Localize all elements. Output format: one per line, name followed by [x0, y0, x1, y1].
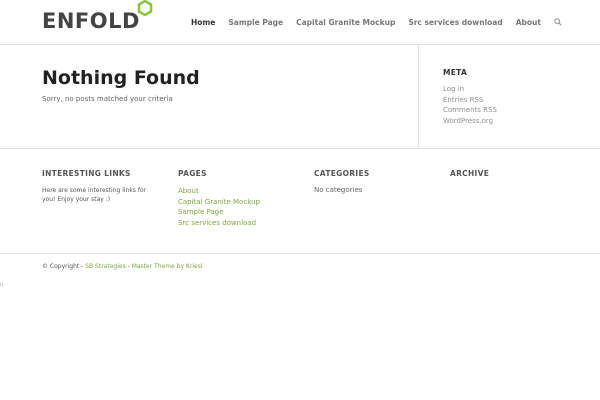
interesting-links-widget: INTERESTING LINKS Here are some interest… — [42, 169, 162, 204]
footer-link-sample-page[interactable]: Sample Page — [178, 207, 298, 218]
nav-item-home[interactable]: Home — [191, 18, 215, 27]
site-logo[interactable]: ENFOLD — [42, 0, 153, 34]
no-posts-message: Sorry, no posts matched your criteria — [42, 95, 173, 103]
categories-title: CATEGORIES — [314, 169, 370, 178]
interesting-links-text: Here are some interesting links for you!… — [42, 187, 147, 203]
hexagon-logo-icon — [137, 0, 153, 20]
sidebar-divider — [418, 45, 419, 148]
theme-credit-link[interactable]: Master Theme by Kriesi — [132, 263, 203, 270]
meta-link-wordpress-org[interactable]: WordPress.org — [443, 116, 497, 127]
copyright-bar: © Copyright - SB Strategies - Master The… — [42, 263, 203, 270]
categories-widget: CATEGORIES No categories — [314, 169, 434, 194]
site-link[interactable]: SB Strategies — [85, 263, 125, 270]
footer-link-capital-granite-mockup[interactable]: Capital Granite Mockup — [178, 197, 298, 208]
main-area: Nothing Found Sorry, no posts matched yo… — [0, 45, 600, 149]
archive-title: ARCHIVE — [450, 169, 490, 178]
nav-item-src-services-download[interactable]: Src services download — [408, 18, 502, 27]
meta-widget: META Log in Entries RSS Comments RSS Wor… — [443, 68, 497, 126]
meta-link-entries-rss[interactable]: Entries RSS — [443, 95, 497, 106]
page-title: Nothing Found — [42, 67, 200, 89]
archive-widget: ARCHIVE — [450, 169, 570, 186]
stray-character: u — [0, 282, 4, 288]
pages-widget: PAGES About Capital Granite Mockup Sampl… — [178, 169, 298, 228]
pages-title: PAGES — [178, 169, 207, 178]
nav-item-capital-granite-mockup[interactable]: Capital Granite Mockup — [296, 18, 395, 27]
site-footer: INTERESTING LINKS Here are some interest… — [0, 149, 600, 254]
nav-item-sample-page[interactable]: Sample Page — [228, 18, 283, 27]
logo-text: ENFOLD — [42, 9, 140, 33]
search-icon[interactable] — [554, 18, 562, 26]
no-categories-text: No categories — [314, 186, 363, 194]
copyright-prefix: © Copyright - — [42, 263, 86, 270]
footer-link-src-services-download[interactable]: Src services download — [178, 218, 298, 229]
main-nav: Home Sample Page Capital Granite Mockup … — [178, 0, 562, 44]
content: Nothing Found Sorry, no posts matched yo… — [42, 67, 200, 103]
meta-link-comments-rss[interactable]: Comments RSS — [443, 105, 497, 116]
meta-widget-title: META — [443, 68, 468, 77]
footer-link-about[interactable]: About — [178, 186, 298, 197]
nav-item-about[interactable]: About — [516, 18, 541, 27]
interesting-links-title: INTERESTING LINKS — [42, 169, 131, 178]
meta-link-log-in[interactable]: Log in — [443, 84, 497, 95]
site-header: ENFOLD Home Sample Page Capital Granite … — [0, 0, 600, 45]
